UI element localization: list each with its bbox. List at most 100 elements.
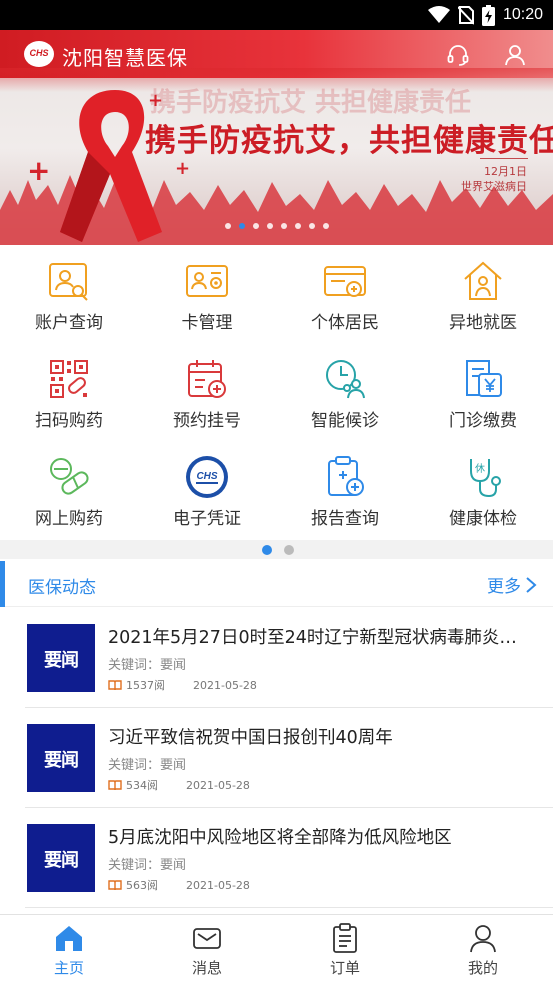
news-keywords: 关键词：要闻 [108, 658, 187, 673]
banner-date-line1: 12月1日 [484, 165, 527, 178]
date-divider [480, 158, 528, 159]
book-icon [108, 879, 122, 890]
thumbnail-text: 要闻 [44, 650, 79, 671]
news-thumbnail: 要闻 [27, 724, 95, 792]
service-label: 扫码购药 [35, 411, 103, 431]
service-label: 账户查询 [35, 313, 103, 333]
nav-profile[interactable]: 我的 [414, 915, 552, 983]
thumbnail-text: 要闻 [44, 750, 79, 771]
service-smart-queue[interactable]: 智能候诊 [276, 343, 414, 441]
service-label: 门诊缴费 [449, 411, 517, 431]
service-resident[interactable]: 个体居民 [276, 245, 414, 343]
banner-pagination [0, 223, 553, 233]
clipboard-plus-icon [328, 456, 364, 496]
banner-dot[interactable] [266, 223, 273, 229]
banner-dot[interactable] [280, 223, 287, 229]
service-label: 预约挂号 [173, 411, 241, 431]
news-meta: 563阅 2021-05-28 [108, 877, 250, 893]
clock-people-icon [326, 360, 365, 399]
news-meta: 534阅 2021-05-28 [108, 777, 250, 793]
service-card-manage[interactable]: 卡管理 [138, 245, 276, 343]
chs-badge-text: CHS [196, 471, 217, 482]
message-icon [193, 928, 221, 949]
profile-icon [470, 925, 496, 953]
red-ribbon-icon [60, 90, 162, 242]
nav-label: 订单 [329, 959, 360, 977]
banner-dot[interactable] [252, 223, 259, 229]
service-e-voucher[interactable]: CHS 电子凭证 [138, 441, 276, 539]
order-icon [333, 923, 357, 953]
banner-dot[interactable] [308, 223, 315, 229]
nav-label: 消息 [191, 959, 222, 977]
banner-carousel[interactable]: 携手防疫抗艾 共担健康责任 + + + 携手防疫抗艾，共担健康责任 12月1日 … [0, 30, 553, 245]
status-time: 10:20 [502, 6, 543, 23]
wifi-icon [427, 6, 450, 23]
nav-label: 我的 [467, 959, 498, 977]
news-date: 2021-05-28 [193, 678, 257, 692]
service-appointment[interactable]: 预约挂号 [138, 343, 276, 441]
grid-page-dot-active[interactable] [262, 545, 272, 555]
service-health-check[interactable]: 休 健康体检 [414, 441, 552, 539]
banner-dot[interactable] [224, 223, 231, 229]
no-sim-icon [457, 6, 474, 25]
resident-card-icon [324, 266, 366, 297]
grid-page-dot[interactable] [284, 545, 294, 555]
banner-dot[interactable] [294, 223, 301, 229]
news-keywords: 关键词：要闻 [108, 858, 187, 873]
news-thumbnail: 要闻 [27, 824, 95, 892]
service-label: 健康体检 [449, 509, 517, 529]
book-icon [108, 679, 122, 690]
news-item[interactable]: 要闻 5月底沈阳中风险地区将全部降为低风险地区 关键词：要闻 563阅 2021… [25, 808, 553, 908]
news-meta: 1537阅 2021-05-28 [108, 677, 257, 693]
service-label: 卡管理 [181, 313, 233, 333]
stethoscope-icon: 休 [470, 459, 501, 498]
nav-label: 主页 [53, 959, 84, 977]
chs-logo-icon: CHS [24, 41, 54, 67]
banner-date-line2: 世界艾滋病日 [461, 180, 527, 193]
news-header: 医保动态 更多 [0, 559, 553, 607]
home-icon [56, 926, 82, 951]
svg-text:休: 休 [475, 463, 485, 475]
more-link[interactable]: 更多 [487, 572, 537, 597]
service-remote-medical[interactable]: 异地就医 [414, 245, 552, 343]
service-label: 报告查询 [311, 509, 379, 529]
user-icon[interactable] [503, 43, 527, 67]
banner-headline: 携手防疫抗艾，共担健康责任 [145, 123, 553, 159]
calendar-add-icon [188, 360, 226, 398]
pill-icon [50, 458, 89, 495]
news-item[interactable]: 要闻 2021年5月27日0时至24时辽宁新型冠状病毒肺炎… 关键词：要闻 15… [25, 608, 553, 708]
house-person-icon [464, 261, 502, 300]
nav-orders[interactable]: 订单 [276, 915, 414, 983]
nav-messages[interactable]: 消息 [138, 915, 276, 983]
news-title: 2021年5月27日0时至24时辽宁新型冠状病毒肺炎… [108, 628, 517, 648]
news-reads: 563阅 [126, 879, 158, 892]
service-outpatient-pay[interactable]: 门诊缴费 [414, 343, 552, 441]
news-item[interactable]: 要闻 习近平致信祝贺中国日报创刊40周年 关键词：要闻 534阅 2021-05… [25, 708, 553, 808]
headset-icon[interactable] [446, 43, 470, 67]
news-title: 5月底沈阳中风险地区将全部降为低风险地区 [108, 828, 452, 848]
service-label: 个体居民 [311, 313, 379, 333]
thumbnail-text: 要闻 [44, 850, 79, 871]
bottom-nav: 主页 消息 订单 我的 [0, 914, 553, 983]
banner-dot-active[interactable] [238, 223, 245, 229]
payment-yuan-icon [466, 360, 502, 397]
banner-dot[interactable] [322, 223, 329, 229]
cross-decoration: + [27, 154, 51, 187]
nav-home[interactable]: 主页 [0, 915, 138, 983]
service-label: 电子凭证 [173, 509, 241, 529]
more-label: 更多 [487, 577, 521, 597]
service-online-medicine[interactable]: 网上购药 [0, 441, 138, 539]
status-bar: 10:20 [0, 0, 553, 30]
service-account-search[interactable]: 账户查询 [0, 245, 138, 343]
chs-badge-icon: CHS [186, 456, 228, 498]
app-title: 沈阳智慧医保 [62, 46, 188, 70]
banner-date: 12月1日 世界艾滋病日 [461, 164, 527, 194]
service-label: 异地就医 [449, 313, 517, 333]
news-reads: 534阅 [126, 779, 158, 792]
card-manage-icon [186, 265, 228, 297]
news-thumbnail: 要闻 [27, 624, 95, 692]
battery-charging-icon [481, 4, 495, 26]
service-report-query[interactable]: 报告查询 [276, 441, 414, 539]
service-scan-medicine[interactable]: 扫码购药 [0, 343, 138, 441]
cross-decoration: + [175, 158, 191, 179]
